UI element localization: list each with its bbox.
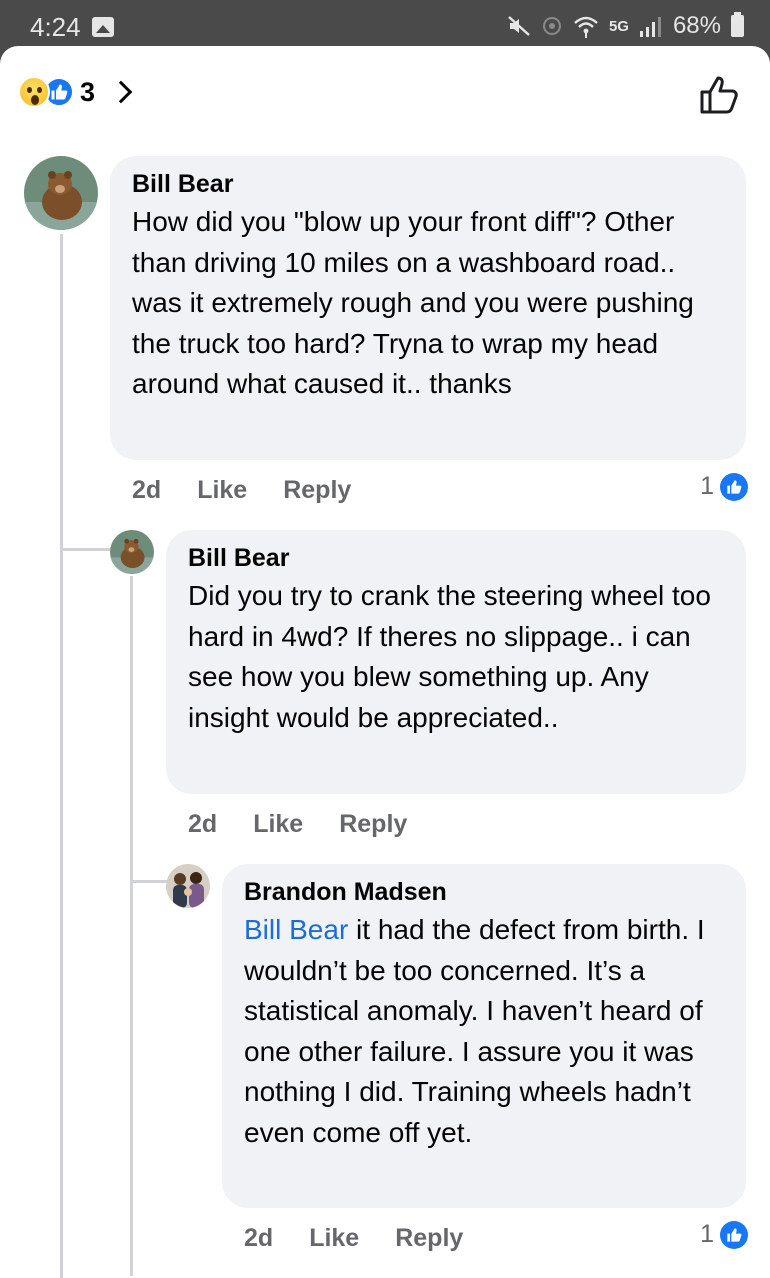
thumbs-up-icon[interactable]	[698, 72, 742, 116]
reaction-count: 3	[80, 76, 96, 107]
comment-bubble: Brandon Madsen Bill Bear it had the defe…	[222, 864, 746, 1208]
mention-link[interactable]: Bill Bear	[244, 914, 348, 945]
comment-text: How did you "blow up your front diff"? O…	[132, 206, 694, 399]
chevron-right-icon	[109, 80, 133, 104]
comment-actions: 2d Like Reply	[188, 810, 407, 839]
thread-connector	[130, 880, 168, 883]
comment-bubble: Bill Bear Did you try to crank the steer…	[166, 530, 746, 794]
status-bar: 4:24 5G 68%	[0, 0, 770, 52]
comment-text: Bill Bear it had the defect from birth. …	[244, 910, 724, 1153]
comment-actions: 2d Like Reply	[244, 1224, 463, 1253]
status-time: 4:24	[30, 12, 81, 42]
comment-author[interactable]: Bill Bear	[132, 170, 724, 199]
avatar[interactable]	[166, 864, 210, 908]
like-reaction-icon	[720, 472, 748, 501]
avatar[interactable]	[24, 156, 98, 230]
gallery-icon	[92, 17, 114, 37]
reply-button[interactable]: Reply	[395, 1224, 463, 1253]
comment-time: 2d	[132, 476, 162, 504]
battery-percent: 68%	[672, 12, 721, 39]
network-label: 5G	[608, 17, 629, 35]
comment-reaction-tally[interactable]: 1	[700, 472, 748, 501]
comment-reaction-tally[interactable]: 1	[700, 1220, 748, 1249]
comment-time: 2d	[244, 1224, 274, 1252]
comment-author[interactable]: Brandon Madsen	[244, 878, 724, 907]
signal-icon	[639, 17, 661, 37]
comment-bubble: Bill Bear How did you "blow up your fron…	[110, 156, 746, 460]
like-button[interactable]: Like	[197, 476, 247, 505]
reaction-count: 1	[700, 1220, 714, 1248]
like-reaction-icon	[720, 1220, 748, 1249]
like-button[interactable]: Like	[309, 1224, 359, 1253]
hotspot-icon	[542, 17, 561, 35]
like-button[interactable]: Like	[253, 810, 303, 839]
reactions-summary[interactable]: 3	[18, 76, 133, 108]
wifi-icon	[574, 16, 598, 38]
avatar[interactable]	[110, 530, 154, 574]
reaction-count: 1	[700, 472, 714, 500]
battery-icon	[731, 12, 744, 37]
thread-line	[60, 234, 63, 1278]
comment-text: Did you try to crank the steering wheel …	[188, 580, 711, 733]
comment-text-body: it had the defect from birth. I wouldn’t…	[244, 914, 705, 1148]
mute-icon	[508, 16, 530, 36]
comment-time: 2d	[188, 810, 218, 838]
wow-reaction-icon	[18, 76, 50, 108]
status-icons: 5G 68%	[507, 12, 744, 40]
comment-actions: 2d Like Reply	[132, 476, 351, 505]
comment-author[interactable]: Bill Bear	[188, 544, 724, 573]
thread-connector	[60, 548, 110, 551]
thread-line	[130, 576, 133, 1276]
reply-button[interactable]: Reply	[283, 476, 351, 505]
comments-sheet: 3 Bill Bear How did you "blow up your fr…	[0, 46, 770, 1278]
reply-button[interactable]: Reply	[339, 810, 407, 839]
